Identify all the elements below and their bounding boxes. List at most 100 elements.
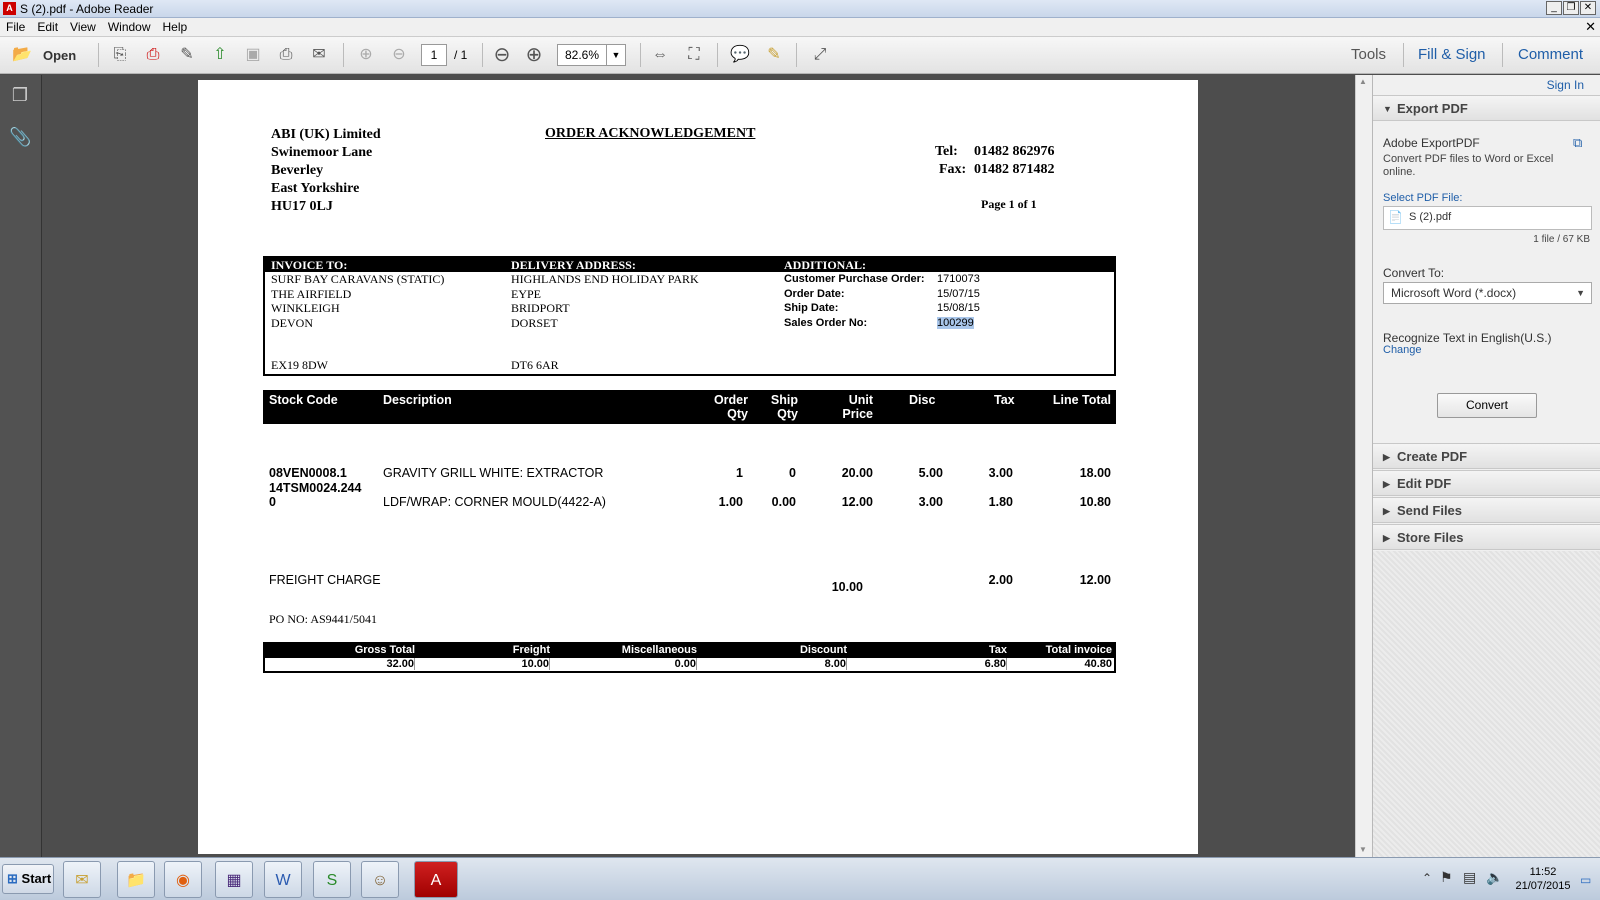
menu-bar: File Edit View Window Help ✕ [0, 18, 1600, 37]
exportpdf-info-icon[interactable]: ⧉ [1573, 135, 1589, 151]
highlight-text-icon[interactable]: ✎ [762, 43, 786, 67]
col-disc: Disc [909, 393, 936, 407]
scroll-up-icon[interactable]: ▲ [1359, 77, 1367, 86]
network-icon[interactable]: ▤ [1463, 869, 1476, 886]
create-pdf-icon[interactable]: ⎘ [108, 43, 132, 67]
tools-tab[interactable]: Tools [1351, 46, 1386, 63]
previous-page-icon[interactable]: ⊕ [354, 43, 378, 67]
col-ship-qty-line1: Ship [770, 393, 798, 407]
zoom-dropdown-icon[interactable]: ▼ [606, 44, 626, 66]
col-order-qty-line1: Order [713, 393, 748, 407]
create-pdf-header[interactable]: ▶ Create PDF [1373, 443, 1600, 469]
export-pdf-header[interactable]: ▼ Export PDF [1373, 95, 1600, 121]
upload-icon[interactable]: ⇧ [208, 43, 232, 67]
minimize-button[interactable]: _ [1546, 1, 1562, 15]
selected-file-name: S (2).pdf [1409, 211, 1452, 223]
adobe-reader-icon: A [3, 2, 16, 15]
page-thumbnails-icon[interactable]: ❐ [9, 85, 31, 107]
print-icon[interactable]: ⎙ [274, 43, 298, 67]
restore-button[interactable]: ❐ [1563, 1, 1579, 15]
col-unit-price: Unit Price [828, 393, 873, 421]
col-order-qty-line2: Qty [727, 407, 748, 421]
explorer-taskbar-icon[interactable]: 📁 [117, 861, 155, 898]
col-ship-qty-line2: Qty [777, 407, 798, 421]
close-document-icon[interactable]: ✕ [1585, 19, 1596, 35]
full-screen-icon[interactable]: ⤢ [808, 43, 832, 67]
change-language-link[interactable]: Change [1383, 344, 1422, 356]
start-button[interactable]: ⊞ Start [2, 864, 54, 894]
fit-width-icon[interactable]: ⇔ [648, 43, 672, 67]
email-icon[interactable]: ✉ [307, 43, 331, 67]
close-button[interactable]: ✕ [1580, 1, 1596, 15]
send-files-header[interactable]: ▶ Send Files [1373, 497, 1600, 523]
next-page-icon[interactable]: ⊖ [387, 43, 411, 67]
address-line: DORSET [511, 315, 558, 330]
delivery-address-label: DELIVERY ADDRESS: [511, 258, 636, 272]
convert-button[interactable]: Convert [1437, 393, 1537, 418]
comment-tab[interactable]: Comment [1518, 46, 1583, 63]
show-desktop-icon[interactable]: ▭ [1580, 873, 1591, 887]
ship-date-value: 15/08/15 [937, 302, 980, 314]
word-taskbar-icon[interactable]: W [264, 861, 302, 898]
store-files-header[interactable]: ▶ Store Files [1373, 524, 1600, 550]
menu-help[interactable]: Help [157, 18, 194, 34]
sales-order-value[interactable]: 100299 [937, 316, 974, 329]
additional-labels: Customer Purchase Order: Order Date: Shi… [784, 272, 925, 330]
recognize-text-label: Recognize Text in English(U.S.) [1383, 331, 1552, 345]
scroll-down-icon[interactable]: ▼ [1359, 845, 1367, 854]
ship-date-label: Ship Date: [784, 302, 839, 314]
collapsed-triangle-icon: ▶ [1383, 533, 1390, 543]
fax-number: 01482 871482 [974, 162, 1055, 177]
adobe-exportpdf-title: Adobe ExportPDF [1383, 136, 1480, 150]
adobe-reader-taskbar-icon[interactable]: A [414, 861, 458, 898]
volume-icon[interactable]: 🔈 [1486, 869, 1503, 886]
firefox-taskbar-icon[interactable]: ◉ [164, 861, 202, 898]
collapsed-triangle-icon: ▶ [1383, 452, 1390, 462]
page-number-input[interactable]: 1 [421, 44, 447, 66]
edit-icon[interactable]: ✎ [175, 43, 199, 67]
export-description: Convert PDF files to Word or Excel onlin… [1383, 153, 1554, 178]
menu-edit[interactable]: Edit [31, 18, 64, 34]
company-name: ABI (UK) Limited [271, 127, 381, 142]
clock-time: 11:52 [1529, 866, 1557, 878]
address-line: DEVON [271, 315, 313, 330]
clock[interactable]: 11:52 21/07/2015 [1514, 865, 1572, 893]
open-folder-icon[interactable]: 📂 [10, 43, 34, 67]
contacts-taskbar-icon[interactable]: ☺ [361, 861, 399, 898]
export-pdf-label: Export PDF [1397, 101, 1468, 116]
sage-taskbar-icon[interactable]: S [313, 861, 351, 898]
open-button[interactable]: Open [43, 48, 76, 63]
additional-label: ADDITIONAL: [784, 258, 867, 272]
address-line: WINKLEIGH [271, 301, 340, 315]
convert-to-label: Convert To: [1383, 266, 1445, 280]
totals-value-gross: 32.00 [265, 658, 415, 670]
address-line: THE AIRFIELD [271, 286, 352, 301]
vertical-scrollbar[interactable]: ▲ ▼ [1355, 75, 1372, 857]
delivery-postcode: DT6 6AR [511, 358, 559, 372]
sign-in-link[interactable]: Sign In [1547, 78, 1584, 92]
save-icon[interactable]: ▣ [241, 43, 265, 67]
col-tax: Tax [994, 393, 1015, 407]
outlook-taskbar-icon[interactable]: ✉ [63, 861, 101, 898]
zoom-out-icon[interactable]: ⊖ [490, 43, 514, 67]
sticky-note-icon[interactable]: 💬 [728, 43, 752, 67]
fit-page-icon[interactable]: ⛶ [682, 43, 706, 67]
toolbar: 📂 Open ⎘ ⎙ ✎ ⇧ ▣ ⎙ ✉ ⊕ ⊖ 1 / 1 ⊖ ⊕ 82.6%… [0, 37, 1600, 74]
show-hidden-icons-icon[interactable]: ⌃ [1422, 871, 1432, 885]
convert-to-dropdown[interactable]: Microsoft Word (*.docx) ▼ [1383, 282, 1592, 304]
menu-view[interactable]: View [64, 18, 102, 34]
menu-window[interactable]: Window [102, 18, 157, 34]
edit-pdf-header[interactable]: ▶ Edit PDF [1373, 470, 1600, 496]
attachments-icon[interactable]: 📎 [9, 127, 31, 149]
action-center-flag-icon[interactable]: ⚑ [1440, 869, 1453, 886]
company-line: HU17 0LJ [271, 199, 333, 214]
fill-sign-tab[interactable]: Fill & Sign [1418, 46, 1486, 63]
zoom-in-icon[interactable]: ⊕ [522, 43, 546, 67]
export-pdf-icon[interactable]: ⎙ [141, 43, 165, 67]
totals-label-gross: Gross Total [354, 644, 415, 656]
invoice-to-label: INVOICE TO: [271, 258, 348, 272]
zoom-level-input[interactable]: 82.6% [557, 44, 607, 66]
calculator-taskbar-icon[interactable]: ▦ [215, 861, 253, 898]
selected-file-box[interactable]: 📄 S (2).pdf [1383, 206, 1592, 230]
menu-file[interactable]: File [0, 18, 31, 34]
